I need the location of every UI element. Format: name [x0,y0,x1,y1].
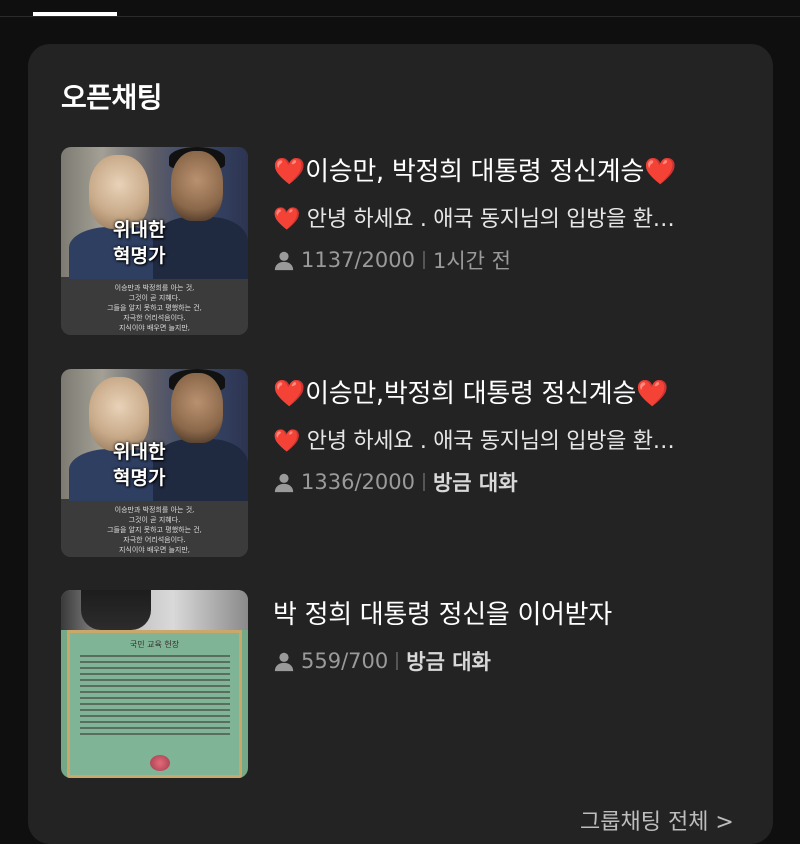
room-meta: 1137/2000 1시간 전 [273,245,511,275]
room-title: ❤️이승만, 박정희 대통령 정신계승❤️ [273,157,677,187]
last-active: 방금 대화 [432,471,518,495]
member-count: 1137/2000 [301,248,415,272]
thumbnail-caption: 위대한 혁명가 [113,219,166,267]
member-count: 1336/2000 [301,470,415,494]
thumbnail-quote: 이승만과 박정희를 아는 것, 그것이 곧 지혜다. 그들을 알지 못하고 평했… [61,279,248,335]
room-meta: 559/700 방금 대화 [273,646,491,676]
charter-document-image: 국민 교육 헌장 [67,630,242,778]
thumbnail-quote: 이승만과 박정희를 아는 것, 그것이 곧 지혜다. 그들을 알지 못하고 평했… [61,501,248,557]
member-count: 559/700 [301,649,389,673]
user-icon [274,473,294,493]
chat-room-item[interactable]: 위대한 혁명가 이승만과 박정희를 아는 것, 그것이 곧 지혜다. 그들을 알… [61,147,761,335]
room-thumbnail: 국민 교육 헌장 [61,590,248,778]
room-title: 박 정희 대통령 정신을 이어받자 [273,600,612,630]
user-icon [274,251,294,271]
user-icon [274,652,294,672]
open-chat-section: 오픈채팅 위대한 혁명가 이승만과 박정희를 아는 것, 그것이 곧 지혜다. … [28,44,773,844]
room-description: ❤️ 안녕 하세요 . 애국 동지님의 입방을 환… [273,207,675,232]
chat-room-item[interactable]: 국민 교육 헌장 박 정희 대통령 정신을 이어받자 559/700 방금 대화 [61,590,761,778]
view-all-group-chats-link[interactable]: 그룹채팅 전체 > [580,804,734,836]
thumbnail-photo: 위대한 혁명가 [61,369,248,501]
section-title: 오픈채팅 [61,81,163,114]
meta-divider [396,652,399,670]
last-active: 방금 대화 [406,650,491,674]
thumbnail-photo: 위대한 혁명가 [61,147,248,279]
top-tab-bar [0,0,800,17]
room-meta: 1336/2000 방금 대화 [273,467,518,497]
meta-divider [422,473,425,491]
room-title: ❤️이승만,박정희 대통령 정신계승❤️ [273,379,669,409]
room-thumbnail: 위대한 혁명가 이승만과 박정희를 아는 것, 그것이 곧 지혜다. 그들을 알… [61,147,248,335]
chat-room-item[interactable]: 위대한 혁명가 이승만과 박정희를 아는 것, 그것이 곧 지혜다. 그들을 알… [61,369,761,557]
last-active: 1시간 전 [432,249,511,273]
meta-divider [422,251,425,269]
thumbnail-photo [61,590,248,630]
active-tab-indicator [33,12,117,16]
room-thumbnail: 위대한 혁명가 이승만과 박정희를 아는 것, 그것이 곧 지혜다. 그들을 알… [61,369,248,557]
room-description: ❤️ 안녕 하세요 . 애국 동지님의 입방을 환… [273,429,675,454]
thumbnail-caption: 위대한 혁명가 [113,441,166,489]
